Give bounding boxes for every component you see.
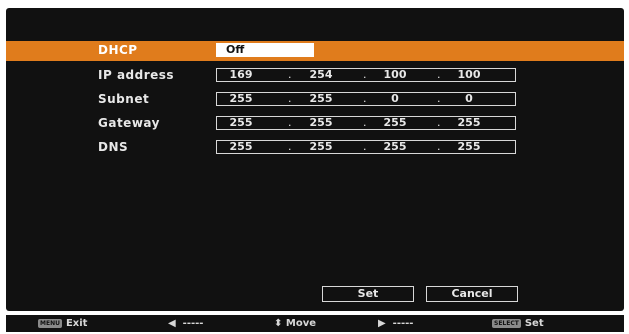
right-hint: ▶ -----: [378, 317, 413, 330]
ip-address-label: IP address: [98, 68, 175, 82]
left-hint-label: -----: [182, 318, 204, 329]
right-arrow-icon: ▶: [378, 318, 386, 329]
up-down-arrow-icon: ⬍: [274, 318, 283, 329]
octet-separator: .: [288, 116, 292, 129]
select-key-icon: SELECT: [492, 318, 521, 328]
octet-separator: .: [363, 140, 367, 153]
octet-separator: .: [437, 68, 441, 81]
subnet-octet-1[interactable]: 255: [221, 93, 261, 105]
gateway-octet-1[interactable]: 255: [221, 117, 261, 129]
dhcp-row[interactable]: DHCP Off: [6, 41, 624, 61]
dns-octet-3[interactable]: 255: [375, 141, 415, 153]
dhcp-label: DHCP: [98, 43, 138, 57]
octet-separator: .: [363, 68, 367, 81]
exit-hint-label: Exit: [65, 318, 88, 329]
ip-octet-4[interactable]: 100: [449, 69, 489, 81]
ip-octet-1[interactable]: 169: [221, 69, 261, 81]
help-bar: MENU Exit ◀ ----- ⬍ Move ▶ ----- SELECT Se…: [6, 315, 624, 332]
network-settings-panel: DHCP Off IP address 169 . 254 . 100 . 10…: [6, 8, 624, 311]
ip-address-row[interactable]: IP address 169 . 254 . 100 . 100: [6, 66, 624, 86]
dns-octet-4[interactable]: 255: [449, 141, 489, 153]
set-button[interactable]: Set: [322, 286, 414, 302]
subnet-field[interactable]: 255 . 255 . 0 . 0: [216, 92, 516, 106]
subnet-octet-3[interactable]: 0: [375, 93, 415, 105]
ip-octet-2[interactable]: 254: [301, 69, 341, 81]
gateway-octet-3[interactable]: 255: [375, 117, 415, 129]
move-hint: ⬍ Move: [274, 317, 316, 330]
left-arrow-icon: ◀: [168, 318, 176, 329]
dns-octet-1[interactable]: 255: [221, 141, 261, 153]
exit-hint: MENU Exit: [38, 317, 87, 330]
network-settings-screen: DHCP Off IP address 169 . 254 . 100 . 10…: [0, 0, 629, 334]
octet-separator: .: [437, 116, 441, 129]
octet-separator: .: [288, 68, 292, 81]
dns-label: DNS: [98, 140, 129, 154]
gateway-octet-4[interactable]: 255: [449, 117, 489, 129]
octet-separator: .: [288, 140, 292, 153]
subnet-octet-4[interactable]: 0: [449, 93, 489, 105]
octet-separator: .: [363, 116, 367, 129]
select-hint: SELECT Set: [492, 317, 544, 330]
subnet-octet-2[interactable]: 255: [301, 93, 341, 105]
gateway-octet-2[interactable]: 255: [301, 117, 341, 129]
octet-separator: .: [437, 140, 441, 153]
dhcp-value[interactable]: Off: [216, 43, 314, 57]
subnet-row[interactable]: Subnet 255 . 255 . 0 . 0: [6, 90, 624, 110]
gateway-row[interactable]: Gateway 255 . 255 . 255 . 255: [6, 114, 624, 134]
menu-key-icon: MENU: [38, 318, 62, 328]
dns-row[interactable]: DNS 255 . 255 . 255 . 255: [6, 138, 624, 158]
subnet-label: Subnet: [98, 92, 150, 106]
ip-octet-3[interactable]: 100: [375, 69, 415, 81]
octet-separator: .: [363, 92, 367, 105]
gateway-label: Gateway: [98, 116, 160, 130]
select-hint-label: Set: [524, 318, 544, 329]
ip-address-field[interactable]: 169 . 254 . 100 . 100: [216, 68, 516, 82]
right-hint-label: -----: [392, 318, 414, 329]
move-hint-label: Move: [285, 318, 316, 329]
octet-separator: .: [288, 92, 292, 105]
dns-field[interactable]: 255 . 255 . 255 . 255: [216, 140, 516, 154]
octet-separator: .: [437, 92, 441, 105]
dns-octet-2[interactable]: 255: [301, 141, 341, 153]
left-hint: ◀ -----: [168, 317, 203, 330]
cancel-button[interactable]: Cancel: [426, 286, 518, 302]
gateway-field[interactable]: 255 . 255 . 255 . 255: [216, 116, 516, 130]
